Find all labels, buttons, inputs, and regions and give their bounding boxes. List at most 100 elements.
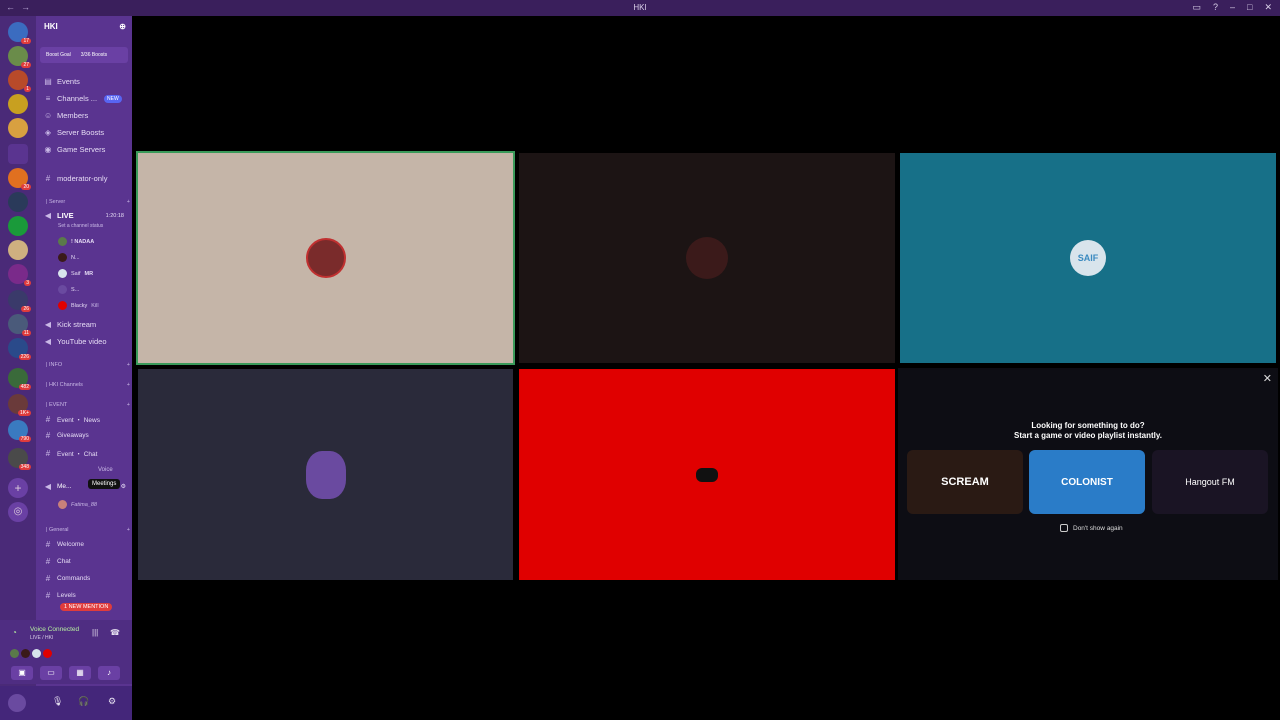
activity-card-hangout-fm[interactable]: Hangout FM <box>1152 450 1268 514</box>
signal-icon[interactable]: ◔ <box>12 628 17 637</box>
category-info[interactable]: | INFO + <box>46 362 130 368</box>
mention-badge: 27 <box>21 62 31 68</box>
add-channel-icon[interactable]: + <box>127 199 130 205</box>
guild-icon[interactable] <box>8 94 28 114</box>
video-tile[interactable] <box>519 153 895 363</box>
add-server-icon[interactable]: + <box>8 478 28 498</box>
minimize-icon[interactable]: – <box>1230 2 1235 13</box>
hash-icon: # <box>45 414 51 424</box>
channel-voice-label[interactable]: Voice <box>98 467 113 473</box>
guild-icon[interactable] <box>8 240 28 260</box>
guild-icon[interactable]: 348 <box>8 448 31 470</box>
voice-user[interactable]: N... <box>58 253 80 262</box>
guild-icon[interactable]: 11 <box>8 314 31 336</box>
folder-icon[interactable] <box>8 144 28 164</box>
nav-game-servers[interactable]: ◉ Game Servers <box>44 145 130 154</box>
hash-icon: # <box>45 557 51 566</box>
avatar[interactable] <box>8 694 26 712</box>
nav-channels[interactable]: ≡ Channels ... NEW <box>44 94 130 103</box>
controller-icon: ◉ <box>44 145 52 154</box>
settings-icon[interactable]: ⚙ <box>108 696 116 707</box>
activity-card-scream[interactable]: SCREAM <box>907 450 1023 514</box>
add-channel-icon[interactable]: + <box>127 402 130 408</box>
microphone-icon[interactable]: 🎙 <box>52 696 63 707</box>
voice-user[interactable]: Fatima_88 <box>58 500 97 509</box>
guild-icon[interactable]: 17 <box>8 22 31 44</box>
guild-icon[interactable]: 790 <box>8 420 31 442</box>
voice-location[interactable]: LIVE / HKI <box>30 635 53 641</box>
voice-user[interactable]: S... <box>58 285 79 294</box>
activity-card-colonist[interactable]: COLONIST <box>1029 450 1145 514</box>
guild-icon[interactable]: 26 <box>8 290 31 312</box>
nav-server-boosts[interactable]: ◈ Server Boosts <box>44 128 130 137</box>
channel-commands[interactable]: # Commands <box>44 574 130 583</box>
channel-live[interactable]: ◀ LIVE 1:20:18 <box>44 211 130 220</box>
channel-label: Chat <box>57 558 71 565</box>
guild-icon[interactable]: 20 <box>8 168 31 190</box>
server-list: 17 27 1 20 3 26 11 226 482 1K+ 790 348 +… <box>0 16 36 720</box>
voice-user[interactable]: ! NADAA <box>58 237 94 246</box>
maximize-icon[interactable]: □ <box>1247 2 1252 13</box>
add-channel-icon[interactable]: + <box>127 382 130 388</box>
guild-icon[interactable]: 1K+ <box>8 394 31 416</box>
camera-button[interactable]: ▣ <box>11 666 33 680</box>
guild-icon[interactable]: 1 <box>8 70 31 92</box>
guild-icon[interactable]: 482 <box>8 368 31 390</box>
disconnect-icon[interactable]: ☎ <box>110 628 120 637</box>
guild-icon[interactable] <box>8 118 28 138</box>
category-label: | HKI Channels <box>46 382 83 388</box>
channel-meetings[interactable]: ◀ Me... ⚙ <box>44 482 130 491</box>
channel-youtube-video[interactable]: ◀ YouTube video <box>44 337 130 346</box>
add-channel-icon[interactable]: + <box>127 527 130 533</box>
category-general[interactable]: | General + <box>46 527 130 533</box>
category-server[interactable]: | Server + <box>46 199 130 205</box>
add-channel-icon[interactable]: + <box>127 362 130 368</box>
channel-kick-stream[interactable]: ◀ Kick stream <box>44 320 130 329</box>
guild-icon[interactable] <box>8 192 28 212</box>
noise-suppression-icon[interactable]: ||| <box>92 628 98 637</box>
settings-icon[interactable]: ⚙ <box>121 483 130 490</box>
server-header[interactable]: HKI ⊕ <box>44 22 126 31</box>
discover-icon[interactable]: ◎ <box>8 502 28 522</box>
category-hki-channels[interactable]: | HKI Channels + <box>46 382 130 388</box>
boost-goal-bar[interactable]: Boost Goal 3/36 Boosts <box>40 47 128 63</box>
mention-badge: 482 <box>18 384 31 390</box>
channel-giveaways[interactable]: # Giveaways <box>44 431 130 440</box>
channel-label: YouTube video <box>57 337 107 346</box>
video-tile[interactable]: SAIF <box>900 153 1276 363</box>
inbox-icon[interactable]: ▭ <box>1192 2 1201 13</box>
channel-levels[interactable]: # Levels <box>44 591 130 600</box>
channel-event-news[interactable]: # Event ・ News <box>44 414 130 425</box>
close-icon[interactable]: ✕ <box>1264 2 1272 13</box>
channel-event-chat[interactable]: # Event ・ Chat <box>44 448 130 459</box>
dont-show-again[interactable]: Don't show again <box>1060 524 1123 532</box>
guild-icon[interactable]: 226 <box>8 338 31 360</box>
channel-label: Commands <box>57 575 91 582</box>
headphones-icon[interactable]: 🎧 <box>78 696 89 707</box>
video-tile[interactable] <box>136 151 515 365</box>
voice-user[interactable]: Blacky Kill <box>58 301 99 310</box>
soundboard-button[interactable]: ♪ <box>98 666 120 680</box>
channel-label: Kick stream <box>57 320 97 329</box>
guild-icon[interactable]: 3 <box>8 264 31 286</box>
channel-welcome[interactable]: # Welcome <box>44 540 130 549</box>
screen-share-button[interactable]: ▭ <box>40 666 62 680</box>
new-mention-badge[interactable]: 1 NEW MENTION <box>60 603 113 611</box>
channel-moderator-only[interactable]: # moderator-only <box>44 174 130 183</box>
activities-button[interactable]: ▦ <box>69 666 91 680</box>
nav-events[interactable]: ▤ Events <box>44 77 130 86</box>
guild-icon[interactable]: 27 <box>8 46 31 68</box>
category-event[interactable]: | EVENT + <box>46 402 130 408</box>
nav-members[interactable]: ☺ Members <box>44 111 130 120</box>
invite-icon[interactable]: ⊕ <box>119 22 126 31</box>
voice-user[interactable]: Saif MR <box>58 269 93 278</box>
video-tile[interactable] <box>519 369 895 580</box>
channel-status[interactable]: Set a channel status <box>58 223 103 229</box>
channels-icon: ≡ <box>45 94 51 103</box>
checkbox[interactable] <box>1060 524 1068 532</box>
help-icon[interactable]: ? <box>1213 2 1218 13</box>
close-icon[interactable]: ✕ <box>1263 372 1272 385</box>
channel-chat[interactable]: # Chat <box>44 557 130 566</box>
video-tile[interactable] <box>138 369 513 580</box>
guild-icon[interactable] <box>8 216 28 236</box>
